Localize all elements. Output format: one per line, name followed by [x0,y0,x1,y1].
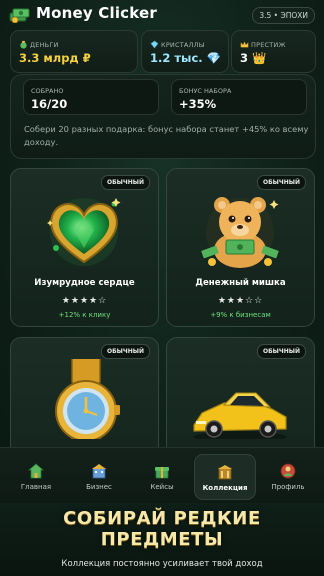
cases-icon [155,467,169,479]
profile-icon [280,463,296,479]
home-icon [28,463,44,479]
crystals-stat: КРИСТАЛЛЫ 1.2 тыс. 💎 [141,30,229,73]
money-stack-icon [9,8,30,23]
gold-watch-icon [55,359,120,439]
crystals-label: КРИСТАЛЛЫ [161,40,205,49]
promo-banner: СОБИРАЙ РЕДКИЕ ПРЕДМЕТЫ Коллекция постоя… [0,503,324,576]
app-title: Money Clicker [36,4,158,22]
prestige-label: ПРЕСТИЖ [251,40,286,49]
nav-label-home: Главная [20,483,52,491]
card-bonus: +9% к бизнесам [210,311,271,319]
promo-headline-line1: СОБИРАЙ РЕДКИЕ [63,508,261,529]
money-label: ДЕНЬГИ [30,40,59,49]
collected-value: 16/20 [31,97,68,111]
rarity-badge: ОБЫЧНЫЙ [257,344,306,359]
bottom-navigation: Главная Бизнес Кейсы Коллекция Профиль [0,447,324,503]
set-bonus-value: +35% [179,97,217,111]
promo-headline-line2: ПРЕДМЕТЫ [100,529,224,550]
nav-item-profile[interactable]: Профиль [258,454,318,498]
money-bag-icon [20,40,27,49]
card-name: Денежный мишка [195,278,286,288]
nav-label-cases: Кейсы [150,483,174,491]
set-bonus-label: БОНУС НАБОРА [179,87,232,95]
collection-summary: СОБРАНО 16/20 БОНУС НАБОРА +35% Собери 2… [10,74,316,159]
emerald-heart-icon [47,198,121,266]
nav-label-profile: Профиль [271,483,305,491]
era-badge[interactable]: 3.5 • ЭПОХИ [252,7,315,24]
collection-card-emerald-heart[interactable]: ОБЫЧНЫЙ Изумрудное сердце ★★★★☆ +12% к к… [10,168,159,327]
collection-icon [218,465,232,480]
crystals-value: 1.2 тыс. 💎 [150,51,221,65]
nav-item-cases[interactable]: Кейсы [132,454,192,498]
crown-icon [240,41,249,48]
card-bonus: +12% к клику [58,311,111,319]
app-screen: Money Clicker 3.5 • ЭПОХИ ДЕНЬГИ 3.3 млр… [0,0,324,503]
card-name: Изумрудное сердце [34,278,135,288]
collected-box: СОБРАНО 16/20 [23,79,159,115]
nav-item-collection[interactable]: Коллекция [194,454,256,500]
rarity-badge: ОБЫЧНЫЙ [257,175,306,190]
rarity-badge: ОБЫЧНЫЙ [101,344,150,359]
star-rating: ★★★★☆ [61,296,108,306]
nav-item-business[interactable]: Бизнес [69,454,129,498]
app-header: Money Clicker 3.5 • ЭПОХИ [0,0,324,28]
money-stat: ДЕНЬГИ 3.3 млрд ₽ [10,30,138,73]
nav-label-business: Бизнес [86,483,112,491]
star-rating: ★★★☆☆ [217,296,264,306]
promo-subtitle: Коллекция постоянно усиливает твой доход [61,559,263,569]
rarity-badge: ОБЫЧНЫЙ [101,175,150,190]
prestige-stat: ПРЕСТИЖ 3 👑 [231,30,316,73]
crystal-icon [150,40,159,49]
nav-item-home[interactable]: Главная [6,454,66,498]
sports-car-icon [193,392,287,439]
prestige-value: 3 👑 [240,51,267,65]
money-value: 3.3 млрд ₽ [19,51,91,65]
set-bonus-box: БОНУС НАБОРА +35% [171,79,307,115]
nav-label-collection: Коллекция [202,484,248,492]
collected-label: СОБРАНО [31,87,64,95]
collection-card-money-bear[interactable]: ОБЫЧНЫЙ Денежный мишка ★★★☆☆ +9% к бизне… [166,168,315,327]
promo-headline: СОБИРАЙ РЕДКИЕ ПРЕДМЕТЫ [0,508,324,550]
business-icon [92,464,106,479]
collection-description: Собери 20 разных подарка: бонус набора с… [24,124,309,147]
money-bear-icon [201,197,279,268]
